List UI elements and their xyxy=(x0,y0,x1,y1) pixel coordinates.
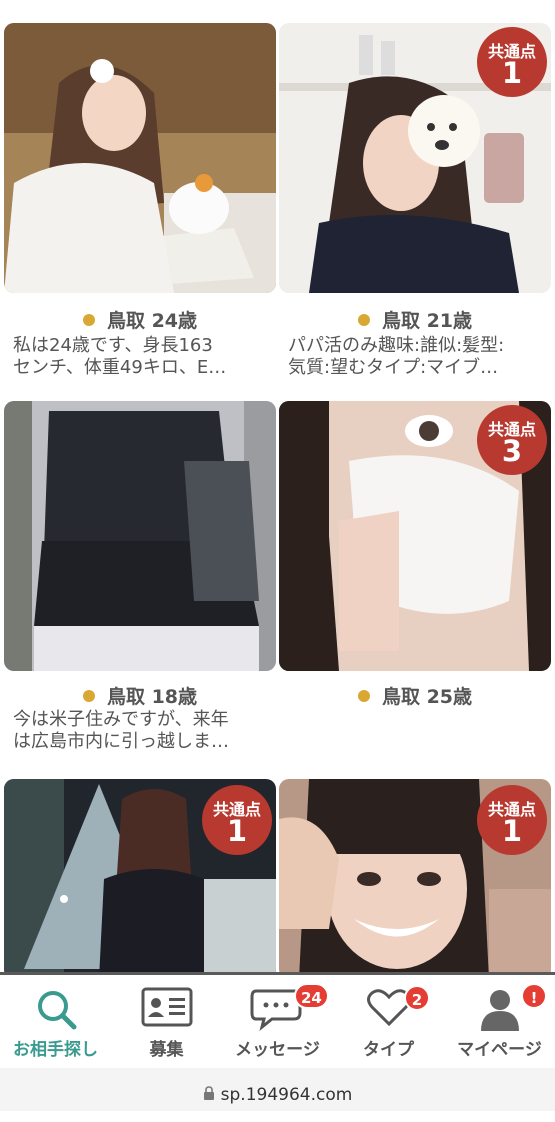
type-count-badge: 2 xyxy=(404,985,430,1011)
common-points-badge: 共通点 3 xyxy=(477,405,547,475)
tab-recruit[interactable]: 募集 xyxy=(111,975,222,1065)
tab-label: 募集 xyxy=(149,1040,184,1060)
location-age: 鳥取 25歳 xyxy=(279,682,551,709)
location-age: 鳥取 24歳 xyxy=(4,306,276,333)
common-points-badge: 共通点 1 xyxy=(477,785,547,855)
tab-search[interactable]: お相手探し xyxy=(0,975,111,1065)
tab-mypage[interactable]: ! マイページ xyxy=(444,975,555,1065)
profile-description: 気質:望むタイプ:マイブ… xyxy=(288,357,499,378)
mypage-alert-badge: ! xyxy=(521,983,547,1009)
tab-messages[interactable]: 24 メッセージ xyxy=(222,975,333,1065)
status-dot xyxy=(82,313,95,326)
profile-photo[interactable] xyxy=(4,401,276,671)
profile-description: 私は24歳です、身長163 xyxy=(13,335,213,356)
message-count-badge: 24 xyxy=(294,983,329,1009)
bottom-tab-bar: お相手探し 募集 24 メッセージ 2 タイプ ! マイページ xyxy=(0,972,555,1068)
photo-placeholder xyxy=(4,401,276,671)
profile-description: パパ活のみ趣味:誰似:髪型: xyxy=(288,335,505,356)
badge-count: 1 xyxy=(501,56,523,90)
tab-label: マイページ xyxy=(457,1040,542,1060)
profile-description: は広島市内に引っ越しま… xyxy=(13,731,229,752)
tab-type[interactable]: 2 タイプ xyxy=(333,975,444,1065)
profile-description: 今は米子住みですが、来年 xyxy=(13,709,229,730)
profile-description: センチ、体重49キロ、E… xyxy=(13,357,227,378)
badge-count: 1 xyxy=(226,814,248,848)
profile-photo[interactable] xyxy=(4,23,276,293)
status-dot xyxy=(357,313,370,326)
tab-label: メッセージ xyxy=(235,1040,320,1060)
tab-label: お相手探し xyxy=(13,1040,98,1060)
status-dot xyxy=(357,689,370,702)
location-age: 鳥取 21歳 xyxy=(279,306,551,333)
url-text: sp.194964.com xyxy=(220,1085,353,1105)
location-age: 鳥取 18歳 xyxy=(4,682,276,709)
user-icon xyxy=(480,990,519,1031)
status-dot xyxy=(82,689,95,702)
badge-count: 1 xyxy=(501,814,523,848)
browser-url-bar[interactable]: sp.194964.com xyxy=(0,1068,555,1111)
badge-count: 3 xyxy=(501,434,523,468)
common-points-badge: 共通点 1 xyxy=(202,785,272,855)
search-icon xyxy=(37,991,76,1030)
lock-icon xyxy=(203,1086,214,1100)
id-card-icon xyxy=(141,987,192,1027)
photo-placeholder xyxy=(4,23,276,293)
tab-label: タイプ xyxy=(363,1040,414,1060)
common-points-badge: 共通点 1 xyxy=(477,27,547,97)
